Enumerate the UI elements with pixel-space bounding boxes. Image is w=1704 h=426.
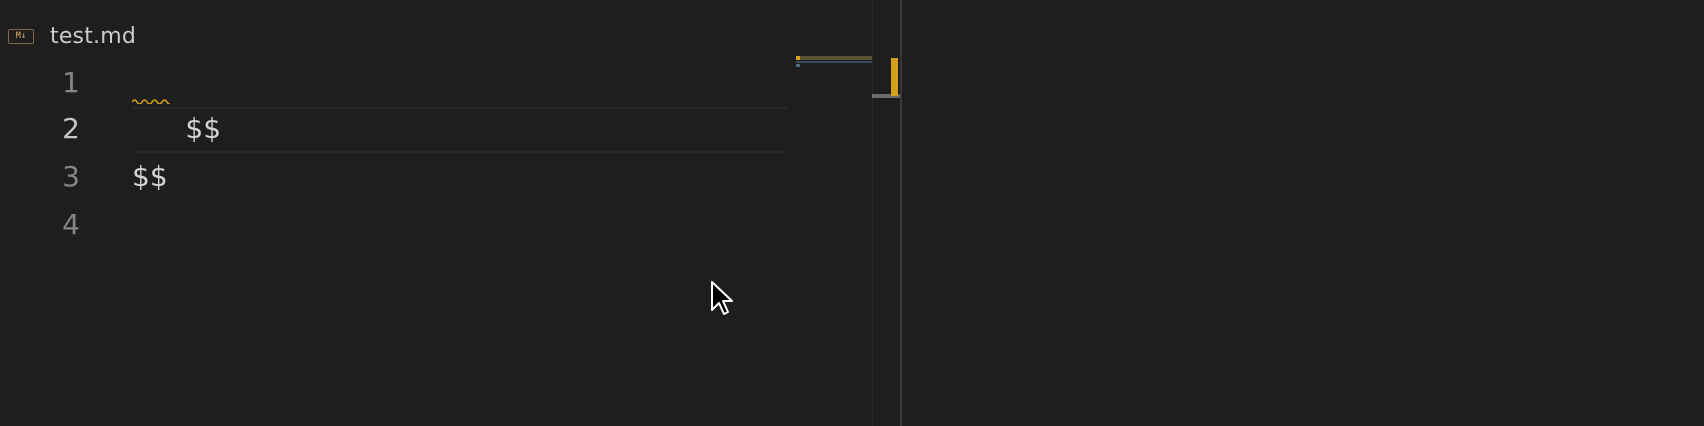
mouse-cursor-icon: [711, 281, 733, 315]
current-line-highlight: [132, 107, 788, 153]
file-name[interactable]: test.md: [50, 24, 136, 49]
minimap[interactable]: [796, 56, 872, 72]
empty-editor-group[interactable]: [902, 0, 1704, 426]
line-number-3: 3: [62, 160, 80, 193]
warning-squiggle[interactable]: [132, 98, 170, 104]
line-number-4: 4: [62, 208, 80, 241]
warning-overview-marker: [891, 58, 898, 96]
markdown-icon: M↓: [8, 28, 34, 44]
code-line-3[interactable]: $$: [132, 154, 168, 200]
editor-pane[interactable]: M↓ test.md 1 2 3 4 $$ $$: [0, 0, 901, 426]
line-number-2: 2: [62, 112, 80, 145]
code-line-1[interactable]: $$: [132, 60, 221, 145]
breadcrumb[interactable]: M↓ test.md: [8, 22, 136, 50]
code-line-1-text: $$: [185, 112, 222, 145]
line-number-1: 1: [62, 66, 80, 99]
